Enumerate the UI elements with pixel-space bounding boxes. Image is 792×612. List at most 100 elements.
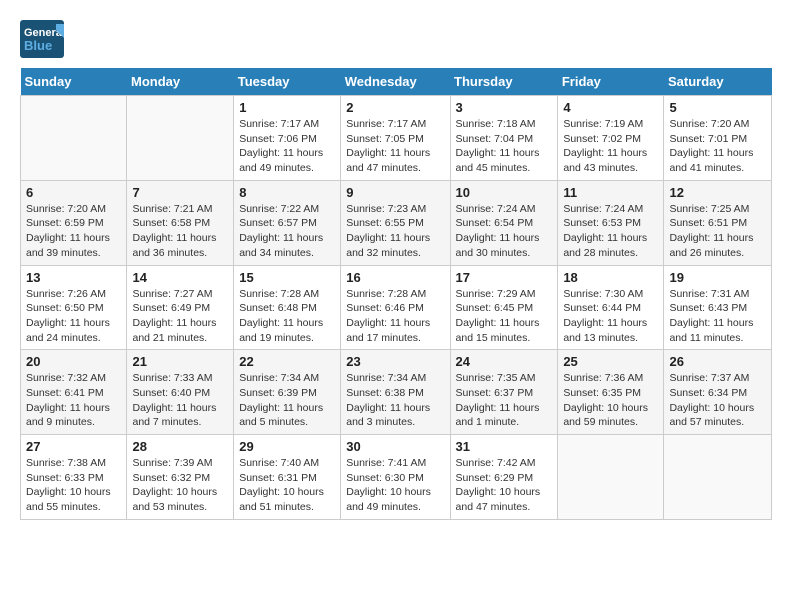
day-number: 17	[456, 270, 553, 285]
calendar-cell: 15 Sunrise: 7:28 AM Sunset: 6:48 PM Dayli…	[234, 265, 341, 350]
weekday-header-thursday: Thursday	[450, 68, 558, 96]
calendar-cell: 8 Sunrise: 7:22 AM Sunset: 6:57 PM Daylig…	[234, 180, 341, 265]
day-number: 5	[669, 100, 766, 115]
week-row-2: 6Sunrise: 7:20 AM Sunset: 6:59 PM Daylig…	[21, 180, 772, 265]
day-number: 8	[239, 185, 335, 200]
calendar-cell: 25 Sunrise: 7:36 AM Sunset: 6:35 PM Dayli…	[558, 350, 664, 435]
calendar-cell: 17 Sunrise: 7:29 AM Sunset: 6:45 PM Dayli…	[450, 265, 558, 350]
day-number: 11	[563, 185, 658, 200]
day-number: 29	[239, 439, 335, 454]
calendar-cell	[558, 435, 664, 520]
day-info: Sunrise: 7:23 AM Sunset: 6:55 PM Dayligh…	[346, 202, 444, 261]
day-info: Sunrise: 7:19 AM Sunset: 7:02 PM Dayligh…	[563, 117, 658, 176]
day-number: 10	[456, 185, 553, 200]
day-number: 12	[669, 185, 766, 200]
calendar-cell: 2Sunrise: 7:17 AM Sunset: 7:05 PM Daylig…	[341, 96, 450, 181]
day-number: 30	[346, 439, 444, 454]
day-number: 31	[456, 439, 553, 454]
day-info: Sunrise: 7:36 AM Sunset: 6:35 PM Dayligh…	[563, 371, 658, 430]
day-info: Sunrise: 7:31 AM Sunset: 6:43 PM Dayligh…	[669, 287, 766, 346]
day-info: Sunrise: 7:29 AM Sunset: 6:45 PM Dayligh…	[456, 287, 553, 346]
day-info: Sunrise: 7:28 AM Sunset: 6:46 PM Dayligh…	[346, 287, 444, 346]
logo-icon: General Blue	[20, 20, 64, 58]
day-number: 25	[563, 354, 658, 369]
day-number: 28	[132, 439, 228, 454]
week-row-5: 27 Sunrise: 7:38 AM Sunset: 6:33 PM Dayli…	[21, 435, 772, 520]
calendar-cell: 23Sunrise: 7:34 AM Sunset: 6:38 PM Dayli…	[341, 350, 450, 435]
day-number: 7	[132, 185, 228, 200]
day-info: Sunrise: 7:20 AM Sunset: 6:59 PM Dayligh…	[26, 202, 121, 261]
day-info: Sunrise: 7:18 AM Sunset: 7:04 PM Dayligh…	[456, 117, 553, 176]
day-info: Sunrise: 7:22 AM Sunset: 6:57 PM Dayligh…	[239, 202, 335, 261]
weekday-header-wednesday: Wednesday	[341, 68, 450, 96]
calendar-cell: 6Sunrise: 7:20 AM Sunset: 6:59 PM Daylig…	[21, 180, 127, 265]
day-number: 3	[456, 100, 553, 115]
day-info: Sunrise: 7:25 AM Sunset: 6:51 PM Dayligh…	[669, 202, 766, 261]
day-info: Sunrise: 7:27 AM Sunset: 6:49 PM Dayligh…	[132, 287, 228, 346]
calendar-cell: 18 Sunrise: 7:30 AM Sunset: 6:44 PM Dayli…	[558, 265, 664, 350]
day-number: 27	[26, 439, 121, 454]
calendar-cell	[21, 96, 127, 181]
day-info: Sunrise: 7:21 AM Sunset: 6:58 PM Dayligh…	[132, 202, 228, 261]
calendar-cell: 27 Sunrise: 7:38 AM Sunset: 6:33 PM Dayli…	[21, 435, 127, 520]
day-info: Sunrise: 7:38 AM Sunset: 6:33 PM Dayligh…	[26, 456, 121, 515]
day-number: 14	[132, 270, 228, 285]
calendar-cell: 22 Sunrise: 7:34 AM Sunset: 6:39 PM Dayli…	[234, 350, 341, 435]
day-info: Sunrise: 7:20 AM Sunset: 7:01 PM Dayligh…	[669, 117, 766, 176]
calendar-cell: 16 Sunrise: 7:28 AM Sunset: 6:46 PM Dayli…	[341, 265, 450, 350]
calendar-cell: 11 Sunrise: 7:24 AM Sunset: 6:53 PM Dayli…	[558, 180, 664, 265]
day-info: Sunrise: 7:24 AM Sunset: 6:54 PM Dayligh…	[456, 202, 553, 261]
calendar-cell: 28 Sunrise: 7:39 AM Sunset: 6:32 PM Dayli…	[127, 435, 234, 520]
weekday-header-tuesday: Tuesday	[234, 68, 341, 96]
calendar-cell: 21 Sunrise: 7:33 AM Sunset: 6:40 PM Dayli…	[127, 350, 234, 435]
day-info: Sunrise: 7:37 AM Sunset: 6:34 PM Dayligh…	[669, 371, 766, 430]
day-info: Sunrise: 7:33 AM Sunset: 6:40 PM Dayligh…	[132, 371, 228, 430]
page-header: General Blue	[20, 20, 772, 58]
day-number: 19	[669, 270, 766, 285]
calendar-cell: 4 Sunrise: 7:19 AM Sunset: 7:02 PM Daylig…	[558, 96, 664, 181]
day-number: 15	[239, 270, 335, 285]
calendar-cell: 10 Sunrise: 7:24 AM Sunset: 6:54 PM Dayli…	[450, 180, 558, 265]
day-info: Sunrise: 7:39 AM Sunset: 6:32 PM Dayligh…	[132, 456, 228, 515]
calendar-cell: 5 Sunrise: 7:20 AM Sunset: 7:01 PM Daylig…	[664, 96, 772, 181]
calendar-cell: 9 Sunrise: 7:23 AM Sunset: 6:55 PM Daylig…	[341, 180, 450, 265]
day-number: 21	[132, 354, 228, 369]
day-number: 9	[346, 185, 444, 200]
day-info: Sunrise: 7:17 AM Sunset: 7:06 PM Dayligh…	[239, 117, 335, 176]
day-info: Sunrise: 7:26 AM Sunset: 6:50 PM Dayligh…	[26, 287, 121, 346]
week-row-4: 20 Sunrise: 7:32 AM Sunset: 6:41 PM Dayli…	[21, 350, 772, 435]
day-info: Sunrise: 7:32 AM Sunset: 6:41 PM Dayligh…	[26, 371, 121, 430]
day-info: Sunrise: 7:17 AM Sunset: 7:05 PM Dayligh…	[346, 117, 444, 176]
day-info: Sunrise: 7:24 AM Sunset: 6:53 PM Dayligh…	[563, 202, 658, 261]
weekday-header-sunday: Sunday	[21, 68, 127, 96]
day-number: 20	[26, 354, 121, 369]
day-info: Sunrise: 7:34 AM Sunset: 6:39 PM Dayligh…	[239, 371, 335, 430]
week-row-3: 13 Sunrise: 7:26 AM Sunset: 6:50 PM Dayli…	[21, 265, 772, 350]
weekday-header-monday: Monday	[127, 68, 234, 96]
day-number: 18	[563, 270, 658, 285]
calendar-table: SundayMondayTuesdayWednesdayThursdayFrid…	[20, 68, 772, 520]
calendar-cell: 3 Sunrise: 7:18 AM Sunset: 7:04 PM Daylig…	[450, 96, 558, 181]
calendar-cell: 29Sunrise: 7:40 AM Sunset: 6:31 PM Dayli…	[234, 435, 341, 520]
calendar-cell	[127, 96, 234, 181]
day-number: 22	[239, 354, 335, 369]
day-number: 26	[669, 354, 766, 369]
day-number: 24	[456, 354, 553, 369]
day-info: Sunrise: 7:35 AM Sunset: 6:37 PM Dayligh…	[456, 371, 553, 430]
calendar-cell	[664, 435, 772, 520]
day-number: 23	[346, 354, 444, 369]
calendar-cell: 7 Sunrise: 7:21 AM Sunset: 6:58 PM Daylig…	[127, 180, 234, 265]
day-number: 16	[346, 270, 444, 285]
day-info: Sunrise: 7:28 AM Sunset: 6:48 PM Dayligh…	[239, 287, 335, 346]
calendar-cell: 14 Sunrise: 7:27 AM Sunset: 6:49 PM Dayli…	[127, 265, 234, 350]
day-info: Sunrise: 7:30 AM Sunset: 6:44 PM Dayligh…	[563, 287, 658, 346]
calendar-cell: 20 Sunrise: 7:32 AM Sunset: 6:41 PM Dayli…	[21, 350, 127, 435]
calendar-cell: 26 Sunrise: 7:37 AM Sunset: 6:34 PM Dayli…	[664, 350, 772, 435]
weekday-header-saturday: Saturday	[664, 68, 772, 96]
day-info: Sunrise: 7:41 AM Sunset: 6:30 PM Dayligh…	[346, 456, 444, 515]
calendar-cell: 24 Sunrise: 7:35 AM Sunset: 6:37 PM Dayli…	[450, 350, 558, 435]
weekday-header-friday: Friday	[558, 68, 664, 96]
day-number: 1	[239, 100, 335, 115]
day-number: 4	[563, 100, 658, 115]
day-number: 13	[26, 270, 121, 285]
